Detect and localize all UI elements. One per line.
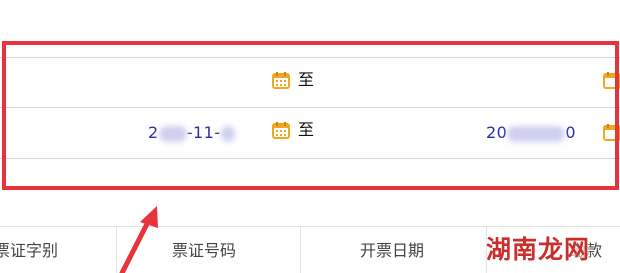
red-arrow-annotation [119,206,158,273]
column-separator [300,226,301,273]
highlight-annotation-box [2,41,619,190]
table-header-top-border [0,226,620,227]
watermark-logo: 湖南龙网 [486,235,591,264]
table-header-issue-date[interactable]: 开票日期 [360,240,424,262]
table-header-ticket-number[interactable]: 票证号码 [172,240,236,262]
table-header-ticket-type[interactable]: 票证字别 [0,240,58,262]
